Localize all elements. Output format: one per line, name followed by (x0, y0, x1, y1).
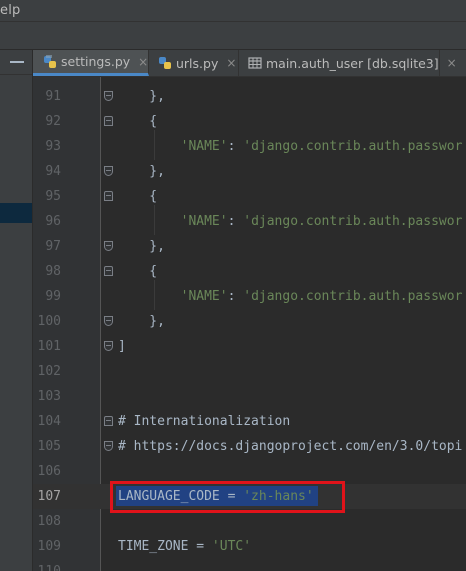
fold-start-icon[interactable] (104, 116, 113, 126)
code-line: 110 (33, 559, 466, 571)
tab-label: main.auth_user [db.sqlite3] (266, 55, 439, 71)
fold-end-icon[interactable] (104, 166, 113, 176)
code-line: 104 # Internationalization (33, 409, 466, 434)
fold-start-icon[interactable] (104, 416, 113, 426)
code-text: { (118, 264, 158, 279)
fold-end-icon[interactable] (104, 316, 113, 326)
string-literal: 'django.contrib.auth.passwor (243, 214, 463, 229)
fold-start-icon[interactable] (104, 266, 113, 276)
code-line: 102 (33, 359, 466, 384)
dict-separator: : (227, 214, 244, 229)
code-text: TIME_ZONE = 'UTC' (118, 534, 251, 559)
code-line: 95 { (33, 184, 466, 209)
tab-urls-py[interactable]: urls.py × (150, 50, 239, 76)
menu-bar: elp (0, 0, 466, 21)
project-panel (0, 50, 33, 571)
close-icon[interactable]: × (447, 56, 457, 70)
line-number: 108 (37, 514, 61, 529)
dict-key: 'NAME' (180, 214, 228, 229)
fold-end-icon[interactable] (104, 91, 113, 101)
code-text: }, (118, 314, 165, 329)
code-line: 97 }, (33, 234, 466, 259)
project-panel-divider (0, 74, 32, 75)
menu-help[interactable]: elp (0, 2, 20, 19)
python-file-icon (44, 54, 56, 68)
comment-text: # Internationalization (118, 414, 291, 429)
line-number: 97 (45, 239, 61, 254)
code-line: 101 ] (33, 334, 466, 359)
toolbar (0, 22, 466, 49)
code-text: 'NAME': 'django.contrib.auth.passwor (118, 209, 463, 234)
fold-end-icon[interactable] (104, 441, 113, 451)
tab-label: urls.py (176, 55, 219, 71)
line-number: 98 (45, 264, 61, 279)
line-number: 100 (37, 314, 61, 329)
fold-end-icon[interactable] (104, 341, 113, 351)
project-tree-selected-item[interactable] (0, 203, 32, 223)
code-line: 92 { (33, 109, 466, 134)
code-line: 105 # https://docs.djangoproject.com/en/… (33, 434, 466, 459)
line-number: 107 (37, 489, 61, 504)
string-literal: 'django.contrib.auth.passwor (243, 139, 463, 154)
editor-tab-bar: settings.py × urls.py × main.auth_user [… (33, 50, 466, 77)
dict-separator: : (227, 139, 244, 154)
line-number: 93 (45, 139, 61, 154)
code-line: 93 'NAME': 'django.contrib.auth.passwor (33, 134, 466, 159)
dict-key: 'NAME' (180, 139, 228, 154)
line-number: 104 (37, 414, 61, 429)
highlight-box (110, 481, 345, 513)
code-text: }, (118, 89, 165, 104)
line-number: 94 (45, 164, 61, 179)
line-number: 105 (37, 439, 61, 454)
code-text: 'NAME': 'django.contrib.auth.passwor (118, 284, 463, 309)
line-number: 91 (45, 89, 61, 104)
python-file-icon (159, 57, 171, 69)
close-icon[interactable]: × (138, 55, 148, 69)
tab-settings-py[interactable]: settings.py × (33, 50, 149, 76)
fold-start-icon[interactable] (104, 191, 113, 201)
table-icon (248, 57, 262, 69)
code-line: 91 }, (33, 84, 466, 109)
line-number: 110 (33, 559, 61, 571)
fold-end-icon[interactable] (104, 241, 113, 251)
code-text: { (118, 189, 158, 204)
code-line: 109 TIME_ZONE = 'UTC' (33, 534, 466, 559)
dict-separator: : (227, 289, 244, 304)
minimize-icon[interactable] (10, 61, 24, 63)
code-line: 96 'NAME': 'django.contrib.auth.passwor (33, 209, 466, 234)
code-line: 99 'NAME': 'django.contrib.auth.passwor (33, 284, 466, 309)
dict-key: 'NAME' (180, 289, 228, 304)
line-number: 92 (45, 114, 61, 129)
tab-main-auth-user[interactable]: main.auth_user [db.sqlite3] × (240, 50, 457, 76)
line-number: 106 (37, 464, 61, 479)
line-number: 109 (37, 539, 61, 554)
line-number: 99 (45, 289, 61, 304)
tab-label: settings.py (61, 54, 131, 69)
code-text: }, (118, 239, 165, 254)
close-icon[interactable]: × (226, 56, 236, 70)
code-line: 94 }, (33, 159, 466, 184)
code-line: 100 }, (33, 309, 466, 334)
code-text: }, (118, 164, 165, 179)
line-number: 95 (45, 189, 61, 204)
line-number: 96 (45, 214, 61, 229)
line-number: 103 (37, 389, 61, 404)
code-line: 98 { (33, 259, 466, 284)
code-text: 'NAME': 'django.contrib.auth.passwor (118, 134, 463, 159)
line-number: 102 (37, 364, 61, 379)
variable-assignment: TIME_ZONE = (118, 539, 212, 554)
line-number: 101 (37, 339, 61, 354)
code-text: { (118, 114, 158, 129)
code-line: 103 (33, 384, 466, 409)
string-literal: 'UTC' (211, 539, 252, 554)
comment-text: # https://docs.djangoproject.com/en/3.0/… (118, 439, 463, 454)
code-text: ] (118, 339, 126, 354)
string-literal: 'django.contrib.auth.passwor (243, 289, 463, 304)
